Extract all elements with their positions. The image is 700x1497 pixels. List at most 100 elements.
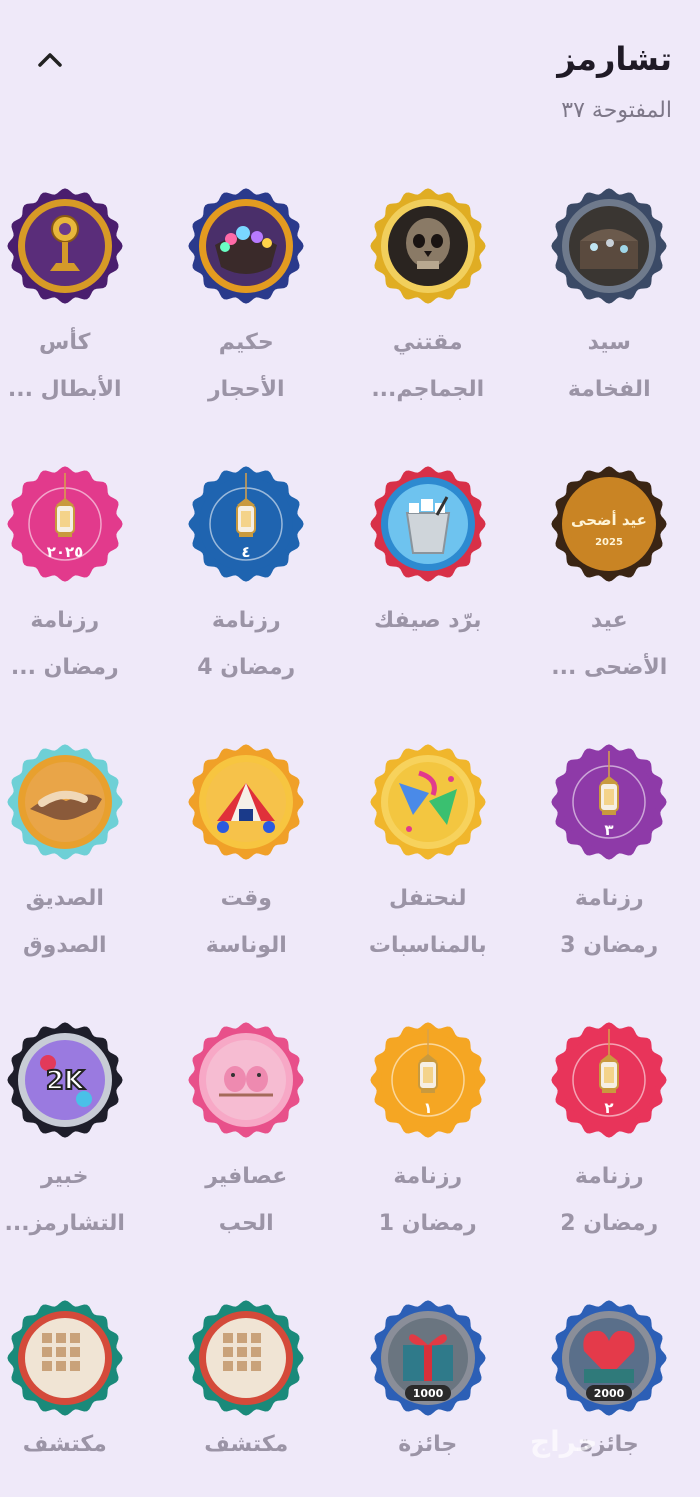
bingo-card-icon xyxy=(6,1299,124,1417)
svg-text:2K: 2K xyxy=(46,1066,85,1096)
charm-label: رزنامةرمضان 2 xyxy=(534,1153,684,1247)
charm-label-line2: الأضحى ... xyxy=(534,644,684,691)
charm-item[interactable]: لنحتفلبالمناسبات xyxy=(337,741,519,1019)
bingo-card-icon xyxy=(187,1299,305,1417)
charm-label-line2: الوناسة xyxy=(171,922,321,969)
charms-grid: سيدالفخامة مقتنيالجماجم... حكيمالأحجار xyxy=(0,185,700,1497)
charm-label: وقتالوناسة xyxy=(171,875,321,969)
charm-label: جائزة xyxy=(353,1421,503,1468)
charm-label-line2: الجماجم... xyxy=(353,366,503,413)
charm-label-line2: رمضان 4 xyxy=(171,644,321,691)
charm-label: حكيمالأحجار xyxy=(171,319,321,413)
charm-label: مكتشف xyxy=(0,1421,140,1468)
charm-label-line1: رزنامة xyxy=(534,1153,684,1200)
lantern-icon: ٢ xyxy=(550,1021,668,1139)
charm-item[interactable]: ٣ رزنامةرمضان 3 xyxy=(519,741,700,1019)
charm-label: مقتنيالجماجم... xyxy=(353,319,503,413)
charm-label: برّد صيفك xyxy=(353,597,503,644)
heart-gift-icon: 2000 xyxy=(550,1299,668,1417)
gem-pot-icon xyxy=(187,187,305,305)
party-icon xyxy=(369,743,487,861)
charm-label-line1: مكتشف xyxy=(171,1421,321,1468)
charm-label: رزنامةرمضان ... xyxy=(0,597,140,691)
charm-label: رزنامةرمضان 1 xyxy=(353,1153,503,1247)
charm-item[interactable]: الصديقالصدوق xyxy=(0,741,156,1019)
charm-label-line1: رزنامة xyxy=(171,597,321,644)
charm-label-line1: رزنامة xyxy=(353,1153,503,1200)
charm-item[interactable]: مكتشف xyxy=(156,1297,338,1497)
page-title: تشارمز xyxy=(557,40,672,78)
svg-text:٢: ٢ xyxy=(605,1099,614,1117)
charm-item[interactable]: 2000 جائزة xyxy=(519,1297,700,1497)
svg-text:2000: 2000 xyxy=(594,1387,625,1400)
charm-label-line2: التشارمز... xyxy=(0,1200,140,1247)
charm-label-line1: الصديق xyxy=(0,875,140,922)
charm-item[interactable]: سيدالفخامة xyxy=(519,185,700,463)
charm-label-line1: وقت xyxy=(171,875,321,922)
charm-label-line1: مقتني xyxy=(353,319,503,366)
charm-label-line1: لنحتفل xyxy=(353,875,503,922)
treasure-chest-icon xyxy=(550,187,668,305)
watermark: حراج xyxy=(530,1425,597,1458)
charm-item[interactable]: ٢٠٢٥ رزنامةرمضان ... xyxy=(0,463,156,741)
svg-text:١: ١ xyxy=(423,1099,432,1117)
charm-label-line1: عصافير xyxy=(171,1153,321,1200)
charm-label-line2: رمضان ... xyxy=(0,644,140,691)
charm-label-line1: مكتشف xyxy=(0,1421,140,1468)
collapse-button[interactable] xyxy=(30,40,70,80)
charm-label-line1: رزنامة xyxy=(534,875,684,922)
svg-text:٤: ٤ xyxy=(242,543,251,561)
lantern-icon: ١ xyxy=(369,1021,487,1139)
charm-label-line1: كأس xyxy=(0,319,140,366)
charm-label: رزنامةرمضان 4 xyxy=(171,597,321,691)
charm-label-line1: عيد xyxy=(534,597,684,644)
charm-label: عصافيرالحب xyxy=(171,1153,321,1247)
unlocked-count: المفتوحة ٣٧ xyxy=(561,98,672,123)
charm-item[interactable]: عيد أضحى 2025 عيدالأضحى ... xyxy=(519,463,700,741)
charm-label-line1: حكيم xyxy=(171,319,321,366)
charm-item[interactable]: برّد صيفك xyxy=(337,463,519,741)
charm-label-line2: الفخامة xyxy=(534,366,684,413)
charm-item[interactable]: ٢ رزنامةرمضان 2 xyxy=(519,1019,700,1297)
charm-label: الصديقالصدوق xyxy=(0,875,140,969)
svg-text:٢٠٢٥: ٢٠٢٥ xyxy=(46,543,83,561)
charm-label-line2: الأحجار xyxy=(171,366,321,413)
circus-icon xyxy=(187,743,305,861)
charm-label: لنحتفلبالمناسبات xyxy=(353,875,503,969)
svg-text:٣: ٣ xyxy=(605,821,614,839)
skull-icon xyxy=(369,187,487,305)
charm-item[interactable]: مكتشف xyxy=(0,1297,156,1497)
charm-label: خبيرالتشارمز... xyxy=(0,1153,140,1247)
charm-item[interactable]: 2K خبيرالتشارمز... xyxy=(0,1019,156,1297)
charm-label-line1: برّد صيفك xyxy=(353,597,503,644)
lantern-icon: ٣ xyxy=(550,743,668,861)
ice-bucket-icon xyxy=(369,465,487,583)
charm-item[interactable]: وقتالوناسة xyxy=(156,741,338,1019)
charm-label: عيدالأضحى ... xyxy=(534,597,684,691)
charm-item[interactable]: ٤ رزنامةرمضان 4 xyxy=(156,463,338,741)
charm-item[interactable]: كأسالأبطال ... xyxy=(0,185,156,463)
svg-text:عيد أضحى: عيد أضحى xyxy=(571,510,647,529)
charm-label-line2: رمضان 2 xyxy=(534,1200,684,1247)
charm-item[interactable]: ١ رزنامةرمضان 1 xyxy=(337,1019,519,1297)
charm-item[interactable]: 1000 جائزة xyxy=(337,1297,519,1497)
charm-label-line2: رمضان 3 xyxy=(534,922,684,969)
charm-item[interactable]: حكيمالأحجار xyxy=(156,185,338,463)
charms-header: تشارمز المفتوحة ٣٧ xyxy=(0,0,700,150)
trophy-icon xyxy=(6,187,124,305)
charm-item[interactable]: عصافيرالحب xyxy=(156,1019,338,1297)
svg-text:2025: 2025 xyxy=(595,537,623,548)
charm-label-line2: الحب xyxy=(171,1200,321,1247)
chevron-up-icon xyxy=(37,52,63,68)
charm-label-line2: الصدوق xyxy=(0,922,140,969)
charm-label: مكتشف xyxy=(171,1421,321,1468)
charm-item[interactable]: مقتنيالجماجم... xyxy=(337,185,519,463)
charm-label: كأسالأبطال ... xyxy=(0,319,140,413)
charm-label-line1: خبير xyxy=(0,1153,140,1200)
charm-label-line1: سيد xyxy=(534,319,684,366)
charm-label: رزنامةرمضان 3 xyxy=(534,875,684,969)
svg-text:1000: 1000 xyxy=(412,1387,443,1400)
handshake-icon xyxy=(6,743,124,861)
2k-icon: 2K xyxy=(6,1021,124,1139)
charm-label-line1: رزنامة xyxy=(0,597,140,644)
